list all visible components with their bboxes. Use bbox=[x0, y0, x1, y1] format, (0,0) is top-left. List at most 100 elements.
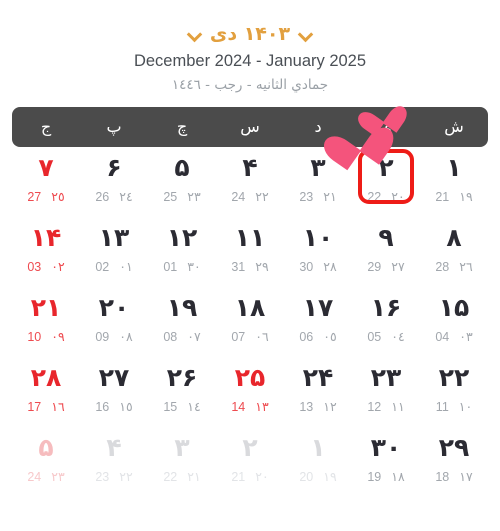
day-number-hijri: ٠٣ bbox=[459, 329, 473, 345]
day-secondary-dates: ٢٠ 21 bbox=[231, 469, 268, 484]
day-number-gregorian: 10 bbox=[27, 330, 42, 345]
day-cell[interactable]: ۴ ٢٢ 23 bbox=[80, 427, 148, 497]
day-cell[interactable]: ۱۲ ٣٠ 01 bbox=[148, 217, 216, 287]
day-cell[interactable]: ۱۴ ٠٢ 03 bbox=[12, 217, 80, 287]
day-number-hijri: ٠٨ bbox=[119, 329, 133, 345]
day-cell[interactable]: ۲۶ ١٤ 15 bbox=[148, 357, 216, 427]
day-secondary-dates: ١٠ 11 bbox=[436, 399, 472, 414]
day-number-hijri: ٢٣ bbox=[187, 189, 201, 205]
day-secondary-dates: ٠٢ 03 bbox=[27, 259, 64, 274]
persian-calendar-widget: ۱۴۰۳ دی December 2024 - January 2025 جما… bbox=[0, 0, 500, 531]
day-number-persian: ۱۷ bbox=[302, 292, 334, 322]
day-cell[interactable]: ۱۸ ٠٦ 07 bbox=[216, 287, 284, 357]
day-number-hijri: ٢٢ bbox=[255, 189, 269, 205]
day-cell[interactable]: ۲۸ ١٦ 17 bbox=[12, 357, 80, 427]
day-number-hijri: ٢٢ bbox=[119, 469, 133, 485]
day-cell[interactable]: ۵ ٢٣ 24 bbox=[12, 427, 80, 497]
day-number-hijri: ٢٨ bbox=[323, 259, 337, 275]
day-cell[interactable]: ۲۴ ١٢ 13 bbox=[284, 357, 352, 427]
day-number-hijri: ٢٩ bbox=[255, 259, 269, 275]
day-number-persian: ۱۴ bbox=[30, 222, 62, 252]
day-cell[interactable]: ۲۱ ٠٩ 10 bbox=[12, 287, 80, 357]
day-number-hijri: ٢٠ bbox=[255, 469, 269, 485]
day-cell[interactable]: ۳ ٢١ 23 bbox=[284, 147, 352, 217]
day-cell[interactable]: ۲۷ ١٥ 16 bbox=[80, 357, 148, 427]
day-number-gregorian: 17 bbox=[27, 400, 42, 415]
day-number-gregorian: 25 bbox=[163, 190, 178, 205]
day-cell[interactable]: ۱۵ ٠٣ 04 bbox=[420, 287, 488, 357]
day-number-gregorian: 05 bbox=[367, 330, 382, 345]
day-secondary-dates: ١٢ 13 bbox=[299, 399, 336, 414]
day-cell[interactable]: ۲ ٢٠ 22 bbox=[352, 147, 420, 217]
day-secondary-dates: ٢٣ 25 bbox=[163, 189, 200, 204]
day-number-persian: ۲۶ bbox=[166, 362, 198, 392]
day-number-gregorian: 20 bbox=[299, 470, 314, 485]
day-number-hijri: ٢٣ bbox=[51, 469, 65, 485]
day-number-persian: ۲۷ bbox=[98, 362, 130, 392]
day-cell[interactable]: ۷ ٢٥ 27 bbox=[12, 147, 80, 217]
day-cell[interactable]: ۵ ٢٣ 25 bbox=[148, 147, 216, 217]
day-number-gregorian: 16 bbox=[95, 400, 110, 415]
calendar-week-row: ۱ ١٩ 21 ۲ ٢٠ 22 ۳ ٢١ 23 ۴ ٢٢ 24 ۵ ٢٣ 25 ۶ ٢٤ 26 ۷ ٢٥ 27 bbox=[12, 147, 488, 217]
day-number-hijri: ٣٠ bbox=[187, 259, 201, 275]
day-cell[interactable]: ۱ ١٩ 20 bbox=[284, 427, 352, 497]
day-cell[interactable]: ۲۹ ١٧ 18 bbox=[420, 427, 488, 497]
chevron-down-icon-left[interactable] bbox=[188, 28, 201, 41]
day-number-persian: ۱۳ bbox=[98, 222, 130, 252]
day-cell[interactable]: ۲۰ ٠٨ 09 bbox=[80, 287, 148, 357]
day-number-hijri: ٠٦ bbox=[255, 329, 269, 345]
day-number-persian: ۴ bbox=[242, 152, 258, 182]
calendar-day-grid: ۱ ١٩ 21 ۲ ٢٠ 22 ۳ ٢١ 23 ۴ ٢٢ 24 ۵ ٢٣ 25 ۶ ٢٤ 26 ۷ ٢٥ 27 ۸ ٢٦ 28… bbox=[12, 147, 488, 497]
day-cell[interactable]: ۲ ٢٠ 21 bbox=[216, 427, 284, 497]
day-secondary-dates: ٠٥ 06 bbox=[299, 329, 336, 344]
weekday-header-panjshanbeh: پ bbox=[106, 116, 122, 136]
day-secondary-dates: ١٧ 18 bbox=[435, 469, 472, 484]
day-number-persian: ۷ bbox=[38, 152, 54, 182]
day-cell[interactable]: ۳ ٢١ 22 bbox=[148, 427, 216, 497]
day-cell[interactable]: ۱ ١٩ 21 bbox=[420, 147, 488, 217]
hijri-range-label: جمادي الثانيه - رجب - ١٤٤٦ bbox=[171, 76, 329, 93]
day-number-hijri: ١٨ bbox=[391, 469, 405, 485]
day-number-gregorian: 06 bbox=[299, 330, 314, 345]
day-cell[interactable]: ۱۷ ٠٥ 06 bbox=[284, 287, 352, 357]
day-number-gregorian: 04 bbox=[435, 330, 450, 345]
day-cell[interactable]: ۱۱ ٢٩ 31 bbox=[216, 217, 284, 287]
day-number-hijri: ١٢ bbox=[323, 399, 337, 415]
day-number-hijri: ٢١ bbox=[187, 469, 201, 485]
day-number-hijri: ١١ bbox=[391, 399, 405, 415]
day-number-persian: ۲۸ bbox=[30, 362, 62, 392]
day-cell[interactable]: ۴ ٢٢ 24 bbox=[216, 147, 284, 217]
day-cell[interactable]: ۱۶ ٠٤ 05 bbox=[352, 287, 420, 357]
day-number-persian: ۵ bbox=[174, 152, 190, 182]
day-secondary-dates: ٣٠ 01 bbox=[163, 259, 200, 274]
day-number-hijri: ٠٢ bbox=[51, 259, 65, 275]
day-cell[interactable]: ۳۰ ١٨ 19 bbox=[352, 427, 420, 497]
day-cell[interactable]: ۱۹ ٠٧ 08 bbox=[148, 287, 216, 357]
calendar-week-row: ۲۲ ١٠ 11 ۲۳ ١١ 12 ۲۴ ١٢ 13 ۲۵ ١٣ 14 ۲۶ ١٤ 15 ۲۷ ١٥ 16 ۲۸ ١٦… bbox=[12, 357, 488, 427]
day-number-gregorian: 01 bbox=[163, 260, 178, 275]
day-cell[interactable]: ۲۳ ١١ 12 bbox=[352, 357, 420, 427]
day-number-persian: ۱۵ bbox=[438, 292, 470, 322]
day-cell[interactable]: ۹ ٢٧ 29 bbox=[352, 217, 420, 287]
day-secondary-dates: ١١ 12 bbox=[367, 399, 404, 414]
day-number-gregorian: 21 bbox=[231, 470, 246, 485]
day-number-hijri: ٢٤ bbox=[119, 189, 133, 205]
day-cell[interactable]: ۱۳ ٠١ 02 bbox=[80, 217, 148, 287]
day-cell[interactable]: ۲۵ ١٣ 14 bbox=[216, 357, 284, 427]
weekday-header-row: شیدسچپج bbox=[12, 106, 488, 147]
day-cell[interactable]: ۸ ٢٦ 28 bbox=[420, 217, 488, 287]
day-number-persian: ۱۰ bbox=[302, 222, 334, 252]
day-cell[interactable]: ۲۲ ١٠ 11 bbox=[420, 357, 488, 427]
month-title-bar: ۱۴۰۳ دی bbox=[0, 24, 500, 45]
day-cell[interactable]: ۶ ٢٤ 26 bbox=[80, 147, 148, 217]
day-cell[interactable]: ۱۰ ٢٨ 30 bbox=[284, 217, 352, 287]
day-number-hijri: ١٩ bbox=[459, 189, 473, 205]
chevron-down-icon-right[interactable] bbox=[299, 28, 312, 41]
day-secondary-dates: ٢١ 23 bbox=[299, 189, 336, 204]
day-number-hijri: ١٤ bbox=[187, 399, 201, 415]
day-secondary-dates: ٠٧ 08 bbox=[163, 329, 200, 344]
day-number-gregorian: 03 bbox=[27, 260, 42, 275]
day-number-gregorian: 11 bbox=[435, 400, 449, 415]
month-year-label: ۱۴۰۳ دی bbox=[209, 23, 291, 45]
day-secondary-dates: ٢٤ 26 bbox=[95, 189, 132, 204]
